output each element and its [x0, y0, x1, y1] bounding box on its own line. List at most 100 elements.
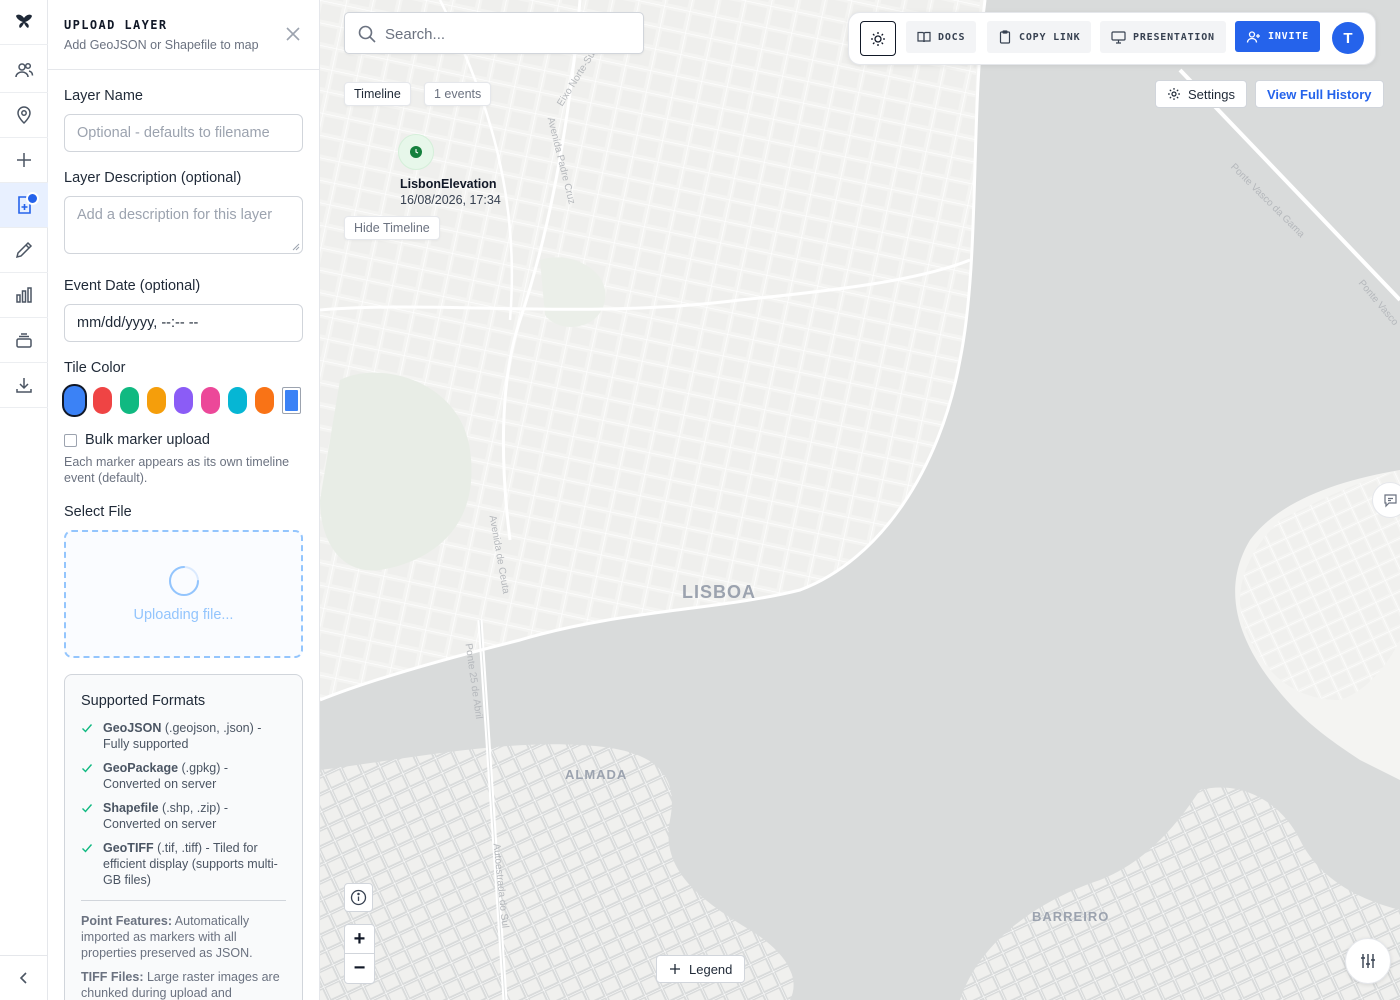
panel-title: UPLOAD LAYER — [64, 18, 168, 32]
bulk-marker-checkbox[interactable] — [64, 434, 77, 447]
format-item: GeoJSON (.geojson, .json) - Fully suppor… — [81, 720, 286, 752]
color-swatch[interactable] — [120, 387, 139, 414]
theme-toggle-button[interactable] — [860, 21, 896, 56]
custom-color-picker[interactable] — [282, 387, 301, 414]
color-swatch[interactable] — [201, 387, 220, 414]
format-name: GeoPackage — [103, 761, 179, 775]
clock-icon — [410, 146, 422, 158]
top-toolbar: DOCS COPY LINK PRESENTATION INVITE T — [848, 12, 1376, 65]
pencil-icon[interactable] — [0, 228, 48, 273]
presentation-button[interactable]: PRESENTATION — [1100, 21, 1226, 53]
user-plus-icon — [1246, 30, 1260, 43]
chart-icon[interactable] — [0, 273, 48, 318]
custom-color-fill — [285, 390, 298, 411]
color-swatch[interactable] — [64, 386, 85, 415]
upload-layer-panel: UPLOAD LAYER Add GeoJSON or Shapefile to… — [48, 0, 320, 1000]
format-item: Shapefile (.shp, .zip) - Converted on se… — [81, 800, 286, 832]
select-file-label: Select File — [64, 504, 132, 520]
note-title: TIFF Files: — [81, 970, 144, 984]
uploading-text: Uploading file... — [133, 607, 234, 623]
tile-color-label: Tile Color — [64, 360, 126, 376]
place-label-barreiro: BARREIRO — [1032, 909, 1110, 924]
place-label-lisboa: LISBOA — [682, 582, 757, 602]
map-search — [344, 12, 644, 54]
users-icon[interactable] — [0, 48, 48, 93]
logo-icon[interactable] — [0, 0, 48, 45]
map-canvas[interactable]: LISBOA ALMADA BARREIRO Ponte Vasco da Ga… — [320, 0, 1400, 1000]
loading-spinner-icon — [169, 566, 199, 596]
file-dropzone[interactable]: Uploading file... — [64, 530, 303, 658]
info-icon[interactable] — [344, 883, 373, 912]
layer-description-placeholder: Add a description for this layer — [77, 207, 273, 223]
copy-link-button[interactable]: COPY LINK — [987, 21, 1092, 53]
docs-label: DOCS — [938, 31, 966, 43]
map-pin-icon[interactable] — [0, 93, 48, 138]
close-icon[interactable] — [285, 26, 301, 42]
timeline-toggle[interactable]: Timeline — [344, 82, 411, 106]
comment-icon[interactable] — [1372, 482, 1400, 518]
format-name: Shapefile — [103, 801, 159, 815]
event-date-input[interactable]: mm/dd/yyyy, --:-- -- — [64, 304, 303, 342]
docs-button[interactable]: DOCS — [906, 21, 977, 53]
check-icon — [81, 842, 95, 854]
plus-icon — [670, 964, 680, 974]
formats-divider — [81, 900, 286, 901]
settings-button[interactable]: Settings — [1155, 80, 1247, 108]
supported-formats-title: Supported Formats — [81, 693, 206, 709]
color-swatch[interactable] — [174, 387, 193, 414]
search-input[interactable] — [385, 21, 625, 47]
gear-icon — [1168, 88, 1180, 100]
format-item: GeoPackage (.gpkg) - Converted on server — [81, 760, 286, 792]
panel-header: UPLOAD LAYER Add GeoJSON or Shapefile to… — [48, 0, 319, 70]
icon-rail — [0, 0, 48, 1000]
event-date: 16/08/2026, 17:34 — [400, 193, 501, 207]
format-note: Point Features: Automatically imported a… — [81, 913, 286, 961]
copy-link-label: COPY LINK — [1019, 31, 1081, 43]
timeline-event-marker[interactable] — [398, 134, 434, 170]
event-date-label: Event Date (optional) — [64, 278, 201, 294]
sun-icon — [871, 31, 885, 46]
bulk-marker-label: Bulk marker upload — [85, 432, 210, 448]
settings-label: Settings — [1188, 86, 1235, 102]
check-icon — [81, 802, 95, 814]
format-note: TIFF Files: Large raster images are chun… — [81, 969, 286, 1000]
invite-button[interactable]: INVITE — [1235, 21, 1320, 52]
format-name: GeoJSON — [103, 721, 162, 735]
add-icon[interactable] — [0, 138, 48, 183]
layers-stack-icon[interactable] — [0, 318, 48, 363]
color-swatch[interactable] — [93, 387, 112, 414]
map-base-layer — [320, 0, 1400, 1000]
legend-button[interactable]: Legend — [656, 955, 746, 983]
layer-description-label: Layer Description (optional) — [64, 170, 242, 186]
tile-color-swatches — [64, 386, 301, 415]
color-swatch[interactable] — [255, 387, 274, 414]
layer-description-textarea[interactable]: Add a description for this layer — [64, 196, 303, 254]
view-full-history-button[interactable]: View Full History — [1255, 80, 1384, 108]
color-swatch[interactable] — [147, 387, 166, 414]
layer-name-label: Layer Name — [64, 88, 143, 104]
legend-label: Legend — [689, 961, 733, 977]
notification-dot — [26, 192, 39, 205]
download-icon[interactable] — [0, 363, 48, 408]
upload-layer-icon[interactable] — [0, 183, 48, 228]
check-icon — [81, 762, 95, 774]
invite-label: INVITE — [1268, 31, 1309, 42]
place-label-almada: ALMADA — [565, 767, 628, 782]
bulk-marker-hint: Each marker appears as its own timeline … — [64, 455, 290, 485]
format-item: GeoTIFF (.tif, .tiff) - Tiled for effici… — [81, 840, 286, 888]
color-swatch[interactable] — [228, 387, 247, 414]
resize-handle-icon[interactable] — [292, 243, 300, 251]
zoom-out-button[interactable]: − — [345, 954, 374, 983]
hide-timeline-button[interactable]: Hide Timeline — [344, 216, 440, 240]
collapse-chevron-icon[interactable] — [0, 955, 48, 1000]
clipboard-icon — [999, 30, 1011, 44]
panel-subtitle: Add GeoJSON or Shapefile to map — [64, 38, 259, 52]
presentation-label: PRESENTATION — [1133, 31, 1215, 43]
book-icon — [917, 31, 931, 43]
zoom-in-button[interactable]: + — [345, 925, 374, 954]
filter-sliders-icon[interactable] — [1345, 938, 1391, 984]
layer-name-input[interactable]: Optional - defaults to filename — [64, 114, 303, 152]
search-icon — [358, 25, 376, 43]
user-avatar[interactable]: T — [1332, 22, 1364, 54]
events-count-badge: 1 events — [424, 82, 492, 106]
